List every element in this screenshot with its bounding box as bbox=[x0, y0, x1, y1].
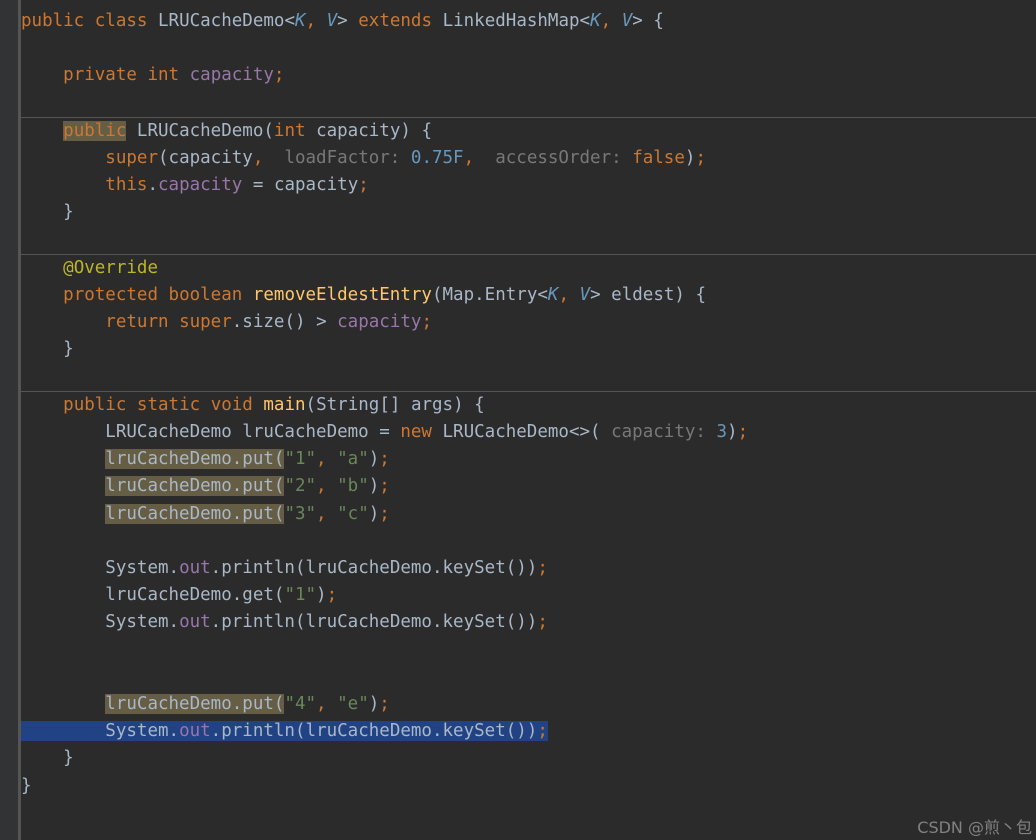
code-line bbox=[21, 93, 32, 113]
code-line: private int capacity; bbox=[21, 65, 284, 85]
code-line: public class LRUCacheDemo<K, V> extends … bbox=[21, 11, 664, 31]
code-line: public static void main(String[] args) { bbox=[21, 395, 485, 415]
gutter bbox=[0, 0, 21, 840]
code-line: System.out.println(lruCacheDemo.keySet()… bbox=[21, 558, 548, 578]
code-line: System.out.println(lruCacheDemo.keySet()… bbox=[21, 612, 548, 632]
code-block: public class LRUCacheDemo<K, V> extends … bbox=[21, 8, 1036, 117]
code-line: lruCacheDemo.put("4", "e"); bbox=[21, 694, 390, 714]
code-line: lruCacheDemo.put("1", "a"); bbox=[21, 449, 390, 469]
code-block: @Override protected boolean removeEldest… bbox=[21, 255, 1036, 391]
watermark: CSDN @煎丶包 bbox=[917, 814, 1032, 838]
code-line: } bbox=[21, 776, 32, 796]
code-line: } bbox=[21, 748, 74, 768]
code-line bbox=[21, 640, 32, 660]
code-line bbox=[21, 230, 32, 250]
code-line: this.capacity = capacity; bbox=[21, 175, 369, 195]
code-line bbox=[21, 367, 32, 387]
code-line-current: System.out.println(lruCacheDemo.keySet()… bbox=[21, 721, 548, 741]
code-line: public LRUCacheDemo(int capacity) { bbox=[21, 121, 432, 141]
code-surface[interactable]: public class LRUCacheDemo<K, V> extends … bbox=[21, 0, 1036, 840]
code-line: super(capacity, loadFactor: 0.75F, acces… bbox=[21, 148, 706, 168]
code-line bbox=[21, 38, 32, 58]
code-line: lruCacheDemo.put("2", "b"); bbox=[21, 476, 390, 496]
code-line bbox=[21, 531, 32, 551]
code-line: LRUCacheDemo lruCacheDemo = new LRUCache… bbox=[21, 422, 748, 442]
code-line: return super.size() > capacity; bbox=[21, 312, 432, 332]
code-line: } bbox=[21, 202, 74, 222]
code-editor[interactable]: public class LRUCacheDemo<K, V> extends … bbox=[0, 0, 1036, 840]
code-line: @Override bbox=[21, 258, 158, 278]
code-line: protected boolean removeEldestEntry(Map.… bbox=[21, 285, 706, 305]
code-line: lruCacheDemo.put("3", "c"); bbox=[21, 504, 390, 524]
code-block: public LRUCacheDemo(int capacity) { supe… bbox=[21, 118, 1036, 254]
code-line bbox=[21, 667, 32, 687]
code-block: public static void main(String[] args) {… bbox=[21, 392, 1036, 800]
code-line: } bbox=[21, 339, 74, 359]
code-line: lruCacheDemo.get("1"); bbox=[21, 585, 337, 605]
